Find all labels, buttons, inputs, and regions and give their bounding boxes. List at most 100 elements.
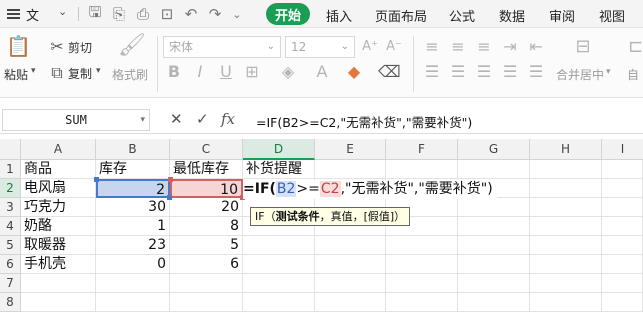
fill-color-icon[interactable]: ◈ (279, 62, 297, 82)
range-handle[interactable] (168, 177, 173, 182)
export-icon[interactable]: ⎘ (110, 4, 128, 24)
cell-b3[interactable]: 30 (96, 198, 170, 217)
cell-c4[interactable]: 8 (170, 217, 243, 236)
align-top-icon[interactable]: ≡ (423, 37, 441, 57)
grid-cell[interactable] (96, 274, 170, 293)
save-icon[interactable]: 🖫 (86, 3, 104, 24)
row-header-8[interactable]: 8 (0, 293, 21, 312)
row-header-2[interactable]: 2 (0, 179, 21, 198)
row-header-7[interactable]: 7 (0, 274, 21, 293)
bold-icon[interactable]: B (165, 62, 183, 82)
tooltip-function[interactable]: IF (255, 210, 265, 223)
grid-cell[interactable] (170, 293, 243, 312)
grid-cell[interactable] (602, 274, 643, 293)
align-center-icon[interactable]: ☰ (449, 62, 467, 82)
grid-cell[interactable] (315, 293, 386, 312)
range-handle[interactable] (167, 195, 172, 200)
cell-b4[interactable]: 1 (96, 217, 170, 236)
justify-icon[interactable]: ☰ (501, 62, 519, 82)
cell-a4[interactable]: 奶酪 (21, 217, 96, 236)
grid-cell[interactable] (243, 293, 315, 312)
font-size-select[interactable]: 12 ⌄ (285, 36, 355, 58)
grid-cell[interactable] (458, 160, 530, 179)
grid-cell[interactable] (458, 236, 530, 255)
clear-format-icon[interactable]: ⌫ (378, 62, 401, 82)
range-handle[interactable] (94, 177, 99, 182)
highlight-icon[interactable]: ◆ (345, 62, 363, 82)
merge-center-button[interactable]: 合并居中 (556, 66, 604, 83)
grid-cell[interactable] (458, 274, 530, 293)
grid-cell[interactable] (530, 236, 602, 255)
cell-a1[interactable]: 商品 (21, 160, 96, 179)
underline-icon[interactable]: U (217, 62, 235, 82)
tab-review[interactable]: 审阅 (549, 6, 575, 25)
tab-insert[interactable]: 插入 (326, 6, 352, 25)
indent-icon[interactable]: ⇥ (501, 37, 519, 57)
cell-b2[interactable]: 2 (96, 179, 170, 198)
grid-cell[interactable] (530, 274, 602, 293)
italic-icon[interactable]: I (191, 62, 209, 82)
tab-formulas[interactable]: 公式 (449, 6, 475, 25)
grid-cell[interactable] (530, 293, 602, 312)
column-header-c[interactable]: C (170, 139, 243, 160)
cut-button[interactable]: 剪切 (68, 39, 92, 56)
grid-cell[interactable] (602, 160, 643, 179)
row-header-3[interactable]: 3 (0, 198, 21, 217)
row-header-5[interactable]: 5 (0, 236, 21, 255)
more-chevron-icon[interactable]: ⌄ (230, 4, 244, 24)
edit-ref-b2[interactable]: B2 (275, 181, 297, 197)
column-header-b[interactable]: B (96, 139, 170, 160)
font-name-select[interactable]: 宋体 ⌄ (163, 36, 281, 58)
grid-cell[interactable] (602, 179, 643, 198)
undo-icon[interactable]: ↶ (182, 4, 200, 24)
paste-dropdown-icon[interactable]: ▾ (31, 66, 36, 76)
cell-b1[interactable]: 库存 (96, 160, 170, 179)
column-header-i[interactable]: I (602, 139, 643, 160)
grid-cell[interactable] (602, 255, 643, 274)
grid-cell[interactable] (386, 293, 458, 312)
grid-cell[interactable] (530, 179, 602, 198)
grid-cell[interactable] (21, 293, 96, 312)
format-painter-button[interactable]: 格式刷 (112, 66, 148, 83)
tab-page-layout[interactable]: 页面布局 (375, 6, 427, 25)
align-bottom-icon[interactable]: ≡ (475, 37, 493, 57)
grid-cell[interactable] (243, 274, 315, 293)
copy-button[interactable]: 复制 (68, 65, 92, 82)
grid-cell[interactable] (386, 274, 458, 293)
grid-cell[interactable] (386, 236, 458, 255)
cell-c5[interactable]: 5 (170, 236, 243, 255)
tab-view[interactable]: 视图 (599, 6, 625, 25)
chevron-down-icon[interactable]: ▾ (140, 110, 145, 130)
grid-cell[interactable] (96, 293, 170, 312)
cell-a3[interactable]: 巧克力 (21, 198, 96, 217)
distribute-icon[interactable]: ☰ (527, 62, 545, 82)
grid-cell[interactable] (602, 236, 643, 255)
align-right-icon[interactable]: ☰ (475, 62, 493, 82)
confirm-icon[interactable]: ✓ (196, 110, 209, 128)
cell-d2-editor[interactable]: =IF(B2>=C2,"无需补货","需要补货") (243, 180, 497, 199)
grid-cell[interactable] (243, 236, 315, 255)
grid-cell[interactable] (458, 217, 530, 236)
print-icon[interactable]: ⎙ (134, 4, 152, 24)
column-header-d[interactable]: D (243, 139, 315, 160)
name-box[interactable]: SUM ▾ (2, 109, 150, 131)
cell-a6[interactable]: 手机壳 (21, 255, 96, 274)
column-header-e[interactable]: E (315, 139, 386, 160)
align-left-icon[interactable]: ☰ (423, 62, 441, 82)
select-all-corner[interactable] (0, 139, 21, 160)
row-header-1[interactable]: 1 (0, 160, 21, 179)
column-header-h[interactable]: H (530, 139, 602, 160)
column-header-a[interactable]: A (21, 139, 96, 160)
formula-input[interactable]: =IF(B2>=C2,"无需补货","需要补货") (256, 112, 472, 131)
grid-cell[interactable] (602, 198, 643, 217)
paste-icon[interactable]: 📋 (6, 36, 31, 56)
grid-cell[interactable] (602, 293, 643, 312)
grid-cell[interactable] (458, 255, 530, 274)
cell-b5[interactable]: 23 (96, 236, 170, 255)
cell-a5[interactable]: 取暖器 (21, 236, 96, 255)
redo-icon[interactable]: ↷ (206, 4, 224, 24)
column-header-g[interactable]: G (458, 139, 530, 160)
cell-c2[interactable]: 10 (170, 179, 243, 198)
cell-a2[interactable]: 电风扇 (21, 179, 96, 198)
grid-cell[interactable] (530, 160, 602, 179)
